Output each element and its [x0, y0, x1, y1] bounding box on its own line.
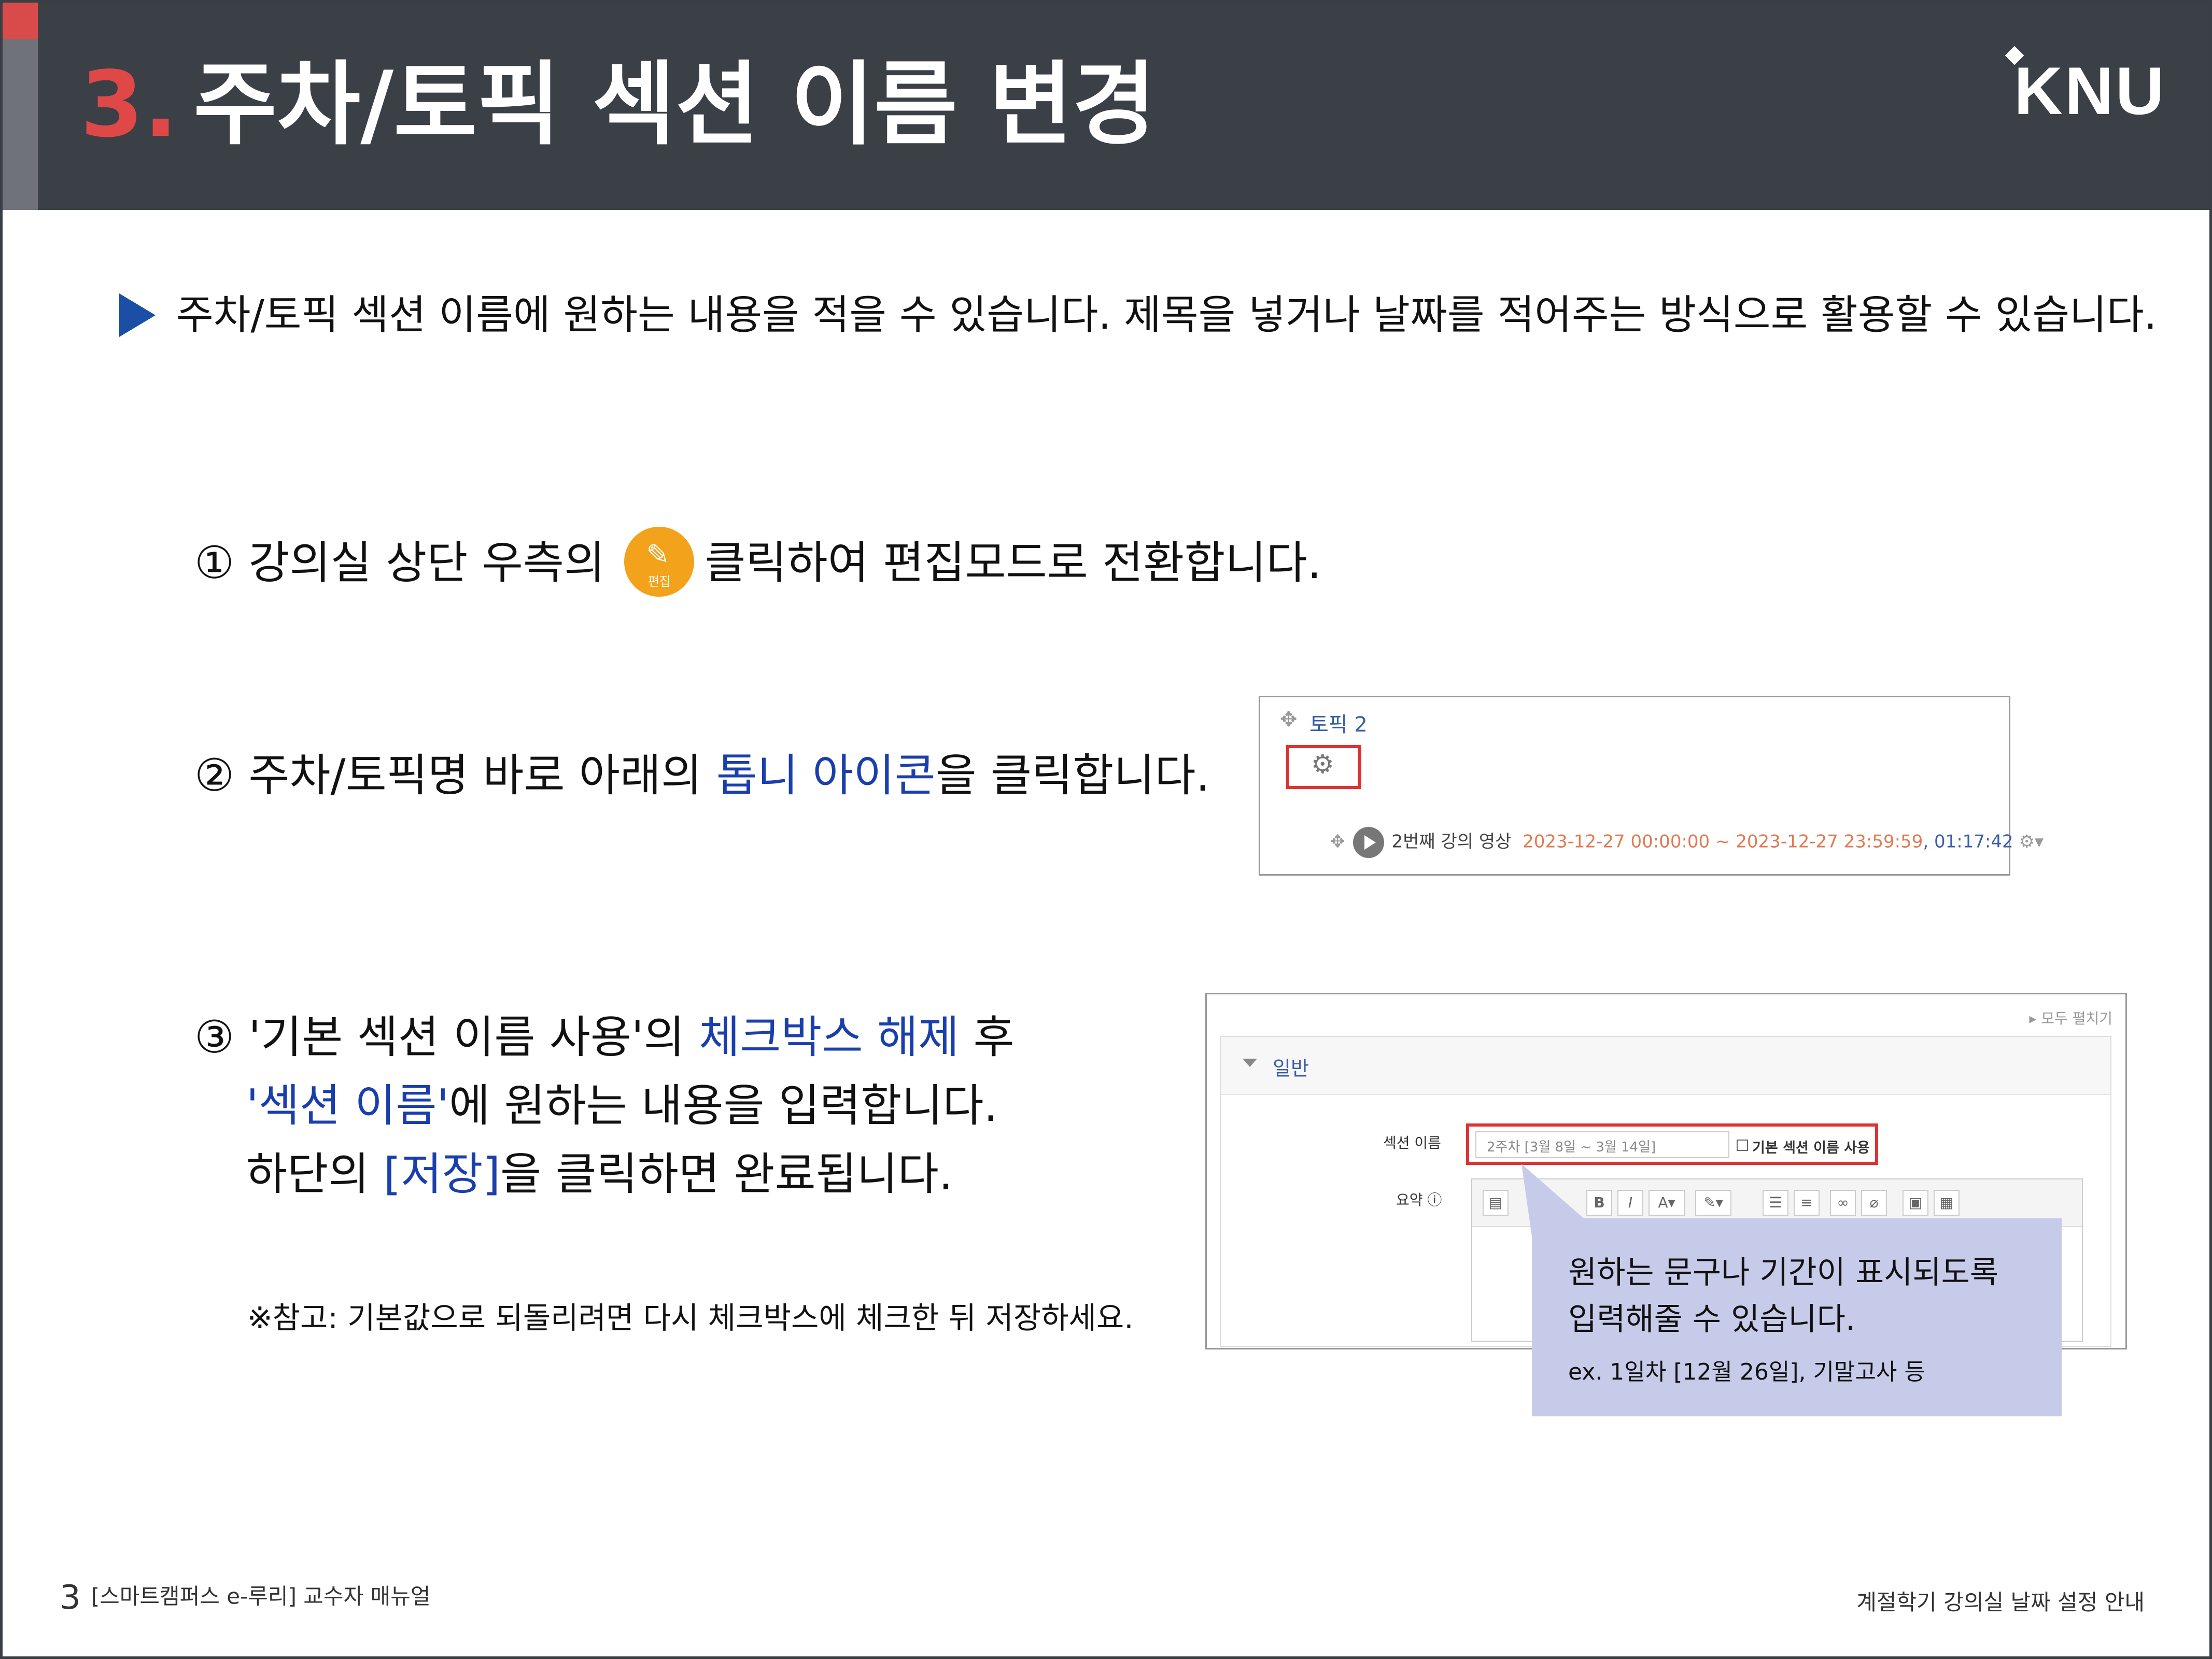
gear-icon[interactable]: ⚙ [1311, 749, 1334, 779]
activity-name[interactable]: 2번째 강의 영상 [1392, 832, 1512, 852]
toolbar-toggle-icon[interactable]: ▤ [1483, 1190, 1509, 1216]
section-name-label: 섹션 이름 [1383, 1134, 1441, 1151]
chevron-down-icon[interactable] [1243, 1059, 1257, 1067]
section-header: 일반 [1221, 1037, 2110, 1095]
note-text: ※참고: 기본값으로 되돌리려면 다시 체크박스에 체크한 뒤 저장하세요. [247, 1300, 1134, 1335]
edit-icon: ✎ 편집 [624, 527, 695, 597]
logo-text: KNU [2014, 53, 2166, 129]
section-title[interactable]: 일반 [1273, 1052, 1309, 1081]
step3-line2-highlight: '섹션 이름' [246, 1080, 449, 1132]
title-text: 주차/토픽 섹션 이름 변경 [193, 52, 1156, 158]
numbered-list-icon[interactable]: ≡ [1794, 1190, 1820, 1216]
unlink-icon[interactable]: ⌀ [1861, 1190, 1887, 1216]
callout-line1: 원하는 문구나 기간이 표시되도록 [1568, 1255, 1999, 1291]
step-2: ② 주차/토픽명 바로 아래의 톱니 아이콘을 클릭합니다. [194, 739, 1210, 804]
italic-icon[interactable]: I [1617, 1190, 1643, 1216]
media-icon[interactable]: ▦ [1934, 1190, 1960, 1216]
step2-after: 을 클릭합니다. [935, 750, 1210, 802]
callout-box: 원하는 문구나 기간이 표시되도록입력해줄 수 있습니다. ex. 1일차 [1… [1532, 1218, 2062, 1416]
header-accent-red [3, 3, 38, 39]
edit-icon-label: 편집 [647, 574, 671, 589]
page-number: 3 [60, 1579, 81, 1617]
bullet-list-icon[interactable]: ☰ [1763, 1190, 1788, 1216]
step3-line1: ③ '기본 섹션 이름 사용'의 체크박스 해제 후 [194, 1003, 1015, 1072]
callout-example: ex. 1일차 [12월 26일], 기말고사 등 [1568, 1359, 1925, 1385]
step2-before: ② 주차/토픽명 바로 아래의 [194, 750, 716, 802]
intro-sentence: 주차/토픽 섹션 이름에 원하는 내용을 적을 수 있습니다. 제목을 넣거나 … [176, 292, 2157, 339]
step3-line2-after: 에 원하는 내용을 입력합니다. [449, 1080, 998, 1132]
highlight-icon[interactable]: ✎▾ [1695, 1190, 1731, 1216]
header-accent [3, 3, 38, 210]
footer-right: 계절학기 강의실 날짜 설정 안내 [1856, 1590, 2145, 1615]
gear-icon[interactable]: ⚙▾ [2019, 832, 2044, 852]
bold-icon[interactable]: B [1586, 1190, 1612, 1216]
callout-text: 원하는 문구나 기간이 표시되도록입력해줄 수 있습니다. [1568, 1249, 1998, 1343]
move-icon: ✥ [1330, 831, 1345, 852]
image-icon[interactable]: ▣ [1903, 1190, 1928, 1216]
default-name-checkbox[interactable] [1737, 1140, 1748, 1151]
step3-line1-highlight: 체크박스 해제 [699, 1011, 960, 1063]
callout-line2: 입력해줄 수 있습니다. [1568, 1301, 1856, 1338]
step3-line1-after: 후 [959, 1011, 1015, 1063]
activity-dates: 2023-12-27 00:00:00 ~ 2023-12-27 23:59:5… [1523, 831, 1923, 852]
activity-row: ✥ 2번째 강의 영상 2023-12-27 00:00:00 ~ 2023-12… [1330, 827, 2044, 858]
step3-line3: 하단의 [저장]을 클릭하면 완료됩니다. [194, 1140, 1015, 1208]
page-title: 3. 주차/토픽 섹션 이름 변경 [80, 60, 1156, 150]
move-icon: ✥ [1280, 708, 1298, 732]
step3-line2: '섹션 이름'에 원하는 내용을 입력합니다. [194, 1072, 1015, 1140]
font-color-icon[interactable]: A▾ [1649, 1190, 1685, 1216]
section-number: 3. [80, 52, 178, 158]
header-bar: 3. 주차/토픽 섹션 이름 변경 KNU [3, 3, 2209, 210]
step3-line3-before: 하단의 [246, 1148, 384, 1200]
play-icon [1352, 827, 1384, 858]
triangle-bullet-icon [119, 293, 156, 337]
activity-duration: , 01:17:42 [1923, 831, 2013, 852]
step2-highlight: 톱니 아이콘 [716, 750, 936, 802]
manual-title: [스마트캠퍼스 e-루리] 교수자 매뉴얼 [91, 1583, 431, 1609]
page: 3. 주차/토픽 섹션 이름 변경 KNU 주차/토픽 섹션 이름에 원하는 내용… [0, 0, 2212, 1659]
step-3: ③ '기본 섹션 이름 사용'의 체크박스 해제 후 '섹션 이름'에 원하는 … [194, 1003, 1015, 1208]
default-name-checkbox-label: 기본 섹션 이름 사용 [1752, 1140, 1870, 1156]
step-1: ① 강의실 상단 우측의 ✎ 편집 클릭하여 편집모드로 전환합니다. [194, 526, 1321, 601]
topic-title[interactable]: 토픽 2 [1309, 708, 1368, 738]
step3-line1-before: ③ '기본 섹션 이름 사용'의 [194, 1011, 699, 1063]
section-name-input[interactable]: 2주차 [3월 8일 ~ 3월 14일] [1475, 1131, 1729, 1158]
knu-logo: KNU [2005, 46, 2166, 130]
screenshot-topic-section: ✥ 토픽 2 ⚙ ✥ 2번째 강의 영상 2023-12-27 00:00:00 … [1259, 696, 2044, 876]
step1-after: 클릭하여 편집모드로 전환합니다. [705, 537, 1322, 589]
link-icon[interactable]: ∞ [1830, 1190, 1856, 1216]
wrench-icon: ✎ [646, 538, 670, 571]
footer-left: 3 [스마트캠퍼스 e-루리] 교수자 매뉴얼 [60, 1579, 431, 1617]
intro-text: 주차/토픽 섹션 이름에 원하는 내용을 적을 수 있습니다. 제목을 넣거나 … [119, 283, 2157, 341]
step1-before: ① 강의실 상단 우측의 [194, 537, 619, 589]
step3-line3-after: 을 클릭하면 완료됩니다. [500, 1148, 953, 1200]
expand-all-link[interactable]: ▸ 모두 펼치기 [2029, 1007, 2112, 1028]
step3-line3-highlight: [저장] [383, 1148, 501, 1200]
summary-label: 요약 ⓘ [1396, 1191, 1442, 1208]
